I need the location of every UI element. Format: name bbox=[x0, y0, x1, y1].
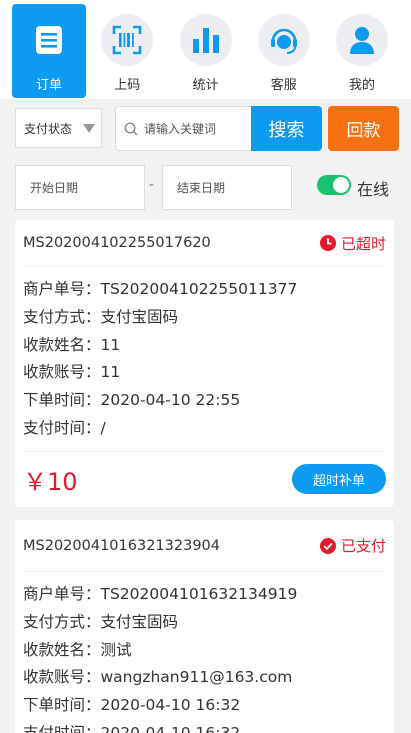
barcode-icon bbox=[101, 14, 154, 66]
order-time: 下单时间：2020-04-10 16:32 bbox=[23, 696, 241, 715]
payee-name: 收款姓名：11 bbox=[23, 335, 121, 354]
order-amount: ￥10 bbox=[23, 467, 78, 496]
search-box bbox=[115, 106, 251, 151]
search-icon bbox=[124, 121, 138, 135]
payee-account: 收款账号：wangzhan911@163.com bbox=[23, 668, 293, 687]
headset-icon bbox=[257, 14, 310, 66]
top-nav: 订单 上码 统计 客服 我的 bbox=[0, 0, 411, 99]
order-card-header: MS20200410163213239​04 已支付 bbox=[23, 520, 386, 572]
toggle-knob bbox=[333, 177, 349, 193]
end-date-input[interactable]: 结束日期 bbox=[162, 165, 292, 210]
status-badge: 已超时 bbox=[319, 233, 386, 254]
clock-icon bbox=[319, 235, 336, 251]
check-circle-icon bbox=[319, 537, 336, 554]
nav-item-customer-service[interactable]: 客服 bbox=[247, 4, 321, 98]
nav-item-upload-code[interactable]: 上码 bbox=[90, 4, 164, 98]
order-number: MS20200410163213239​04 bbox=[23, 537, 220, 554]
order-card: MS202004102255017620 已超时 商户单号：TS20200410… bbox=[15, 220, 394, 507]
payback-button[interactable]: 回款 bbox=[328, 106, 399, 151]
status-badge: 已支付 bbox=[319, 535, 386, 556]
nav-label: 统计 bbox=[192, 78, 219, 93]
dropdown-arrow-icon bbox=[83, 124, 95, 133]
payment-status-label: 支付状态 bbox=[24, 121, 73, 136]
bar-chart-icon bbox=[179, 14, 232, 66]
end-date-placeholder: 结束日期 bbox=[177, 181, 226, 195]
search-button[interactable]: 搜索 bbox=[251, 106, 322, 151]
order-list-icon bbox=[23, 14, 75, 66]
online-toggle[interactable] bbox=[317, 175, 351, 195]
user-icon bbox=[336, 14, 388, 66]
order-number: MS202004102255017620 bbox=[23, 235, 211, 251]
merchant-order-number: 商户单号：TS202004102255011377 bbox=[23, 280, 298, 298]
nav-label: 我的 bbox=[348, 78, 375, 93]
payee-account: 收款账号：11 bbox=[23, 363, 121, 382]
status-text: 已超时 bbox=[340, 234, 386, 253]
order-time: 下单时间：2020-04-10 22:55 bbox=[23, 391, 241, 410]
order-info: 商户单号：TS202004101632134919 支付方式：支付宝固码 收款姓… bbox=[23, 572, 386, 733]
start-date-placeholder: 开始日期 bbox=[30, 181, 79, 195]
timeout-resubmit-button[interactable]: 超时补单 bbox=[292, 464, 386, 495]
order-card-header: MS202004102255017620 已超时 bbox=[23, 220, 386, 267]
payment-status-select[interactable]: 支付状态 bbox=[15, 108, 102, 148]
merchant-order-number: 商户单号：TS202004101632134919 bbox=[23, 585, 298, 603]
order-card-footer: ￥10 超时补单 bbox=[23, 450, 386, 507]
online-label: 在线 bbox=[357, 180, 390, 199]
order-info: 商户单号：TS202004102255011377 支付方式：支付宝固码 收款姓… bbox=[23, 267, 386, 451]
status-text: 已支付 bbox=[340, 537, 386, 555]
nav-label: 客服 bbox=[270, 78, 297, 93]
payment-method: 支付方式：支付宝固码 bbox=[23, 307, 179, 326]
search-bar: 支付状态 搜索 回款 bbox=[15, 106, 399, 151]
nav-item-statistics[interactable]: 统计 bbox=[169, 4, 243, 98]
payee-name: 收款姓名：测试 bbox=[23, 640, 132, 659]
nav-item-orders[interactable]: 订单 bbox=[12, 4, 86, 98]
payment-time: 支付时间：2020-04-10 16:32 bbox=[23, 723, 241, 733]
order-card: MS20200410163213239​04 已支付 商户单号：TS202004… bbox=[15, 520, 394, 733]
date-separator: - bbox=[149, 177, 155, 193]
nav-label: 上码 bbox=[114, 78, 141, 93]
payment-method: 支付方式：支付宝固码 bbox=[23, 612, 179, 631]
nav-label: 订单 bbox=[35, 78, 62, 93]
payment-time: 支付时间：/ bbox=[23, 418, 106, 437]
nav-item-profile[interactable]: 我的 bbox=[325, 4, 399, 98]
start-date-input[interactable]: 开始日期 bbox=[15, 165, 145, 210]
search-input[interactable] bbox=[144, 121, 244, 136]
